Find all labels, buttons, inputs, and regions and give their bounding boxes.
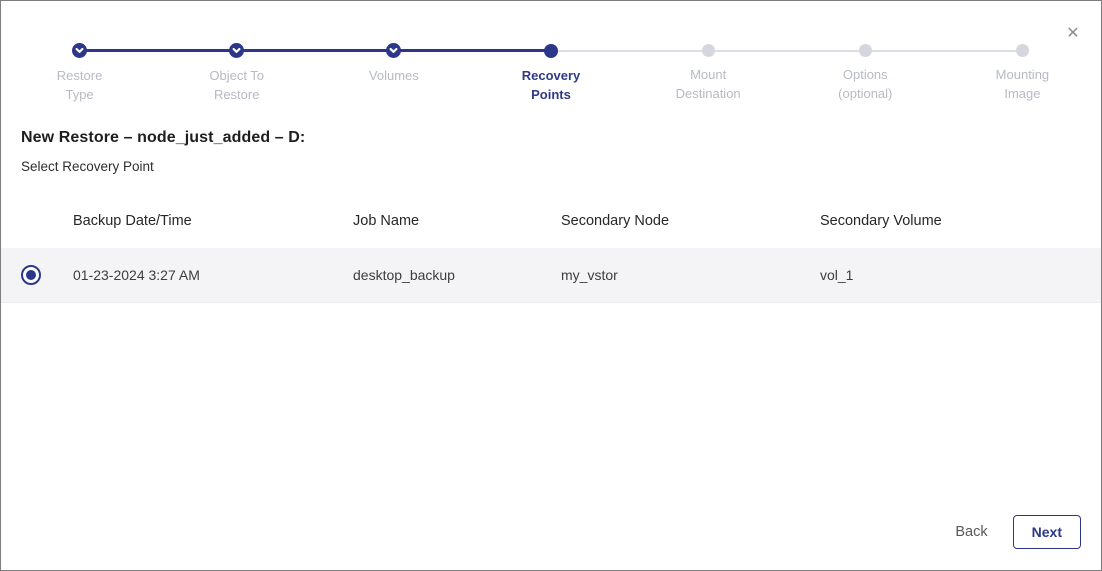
step-dot-icon	[1016, 44, 1029, 57]
wizard-stepper: RestoreTypeObject ToRestoreVolumesRecove…	[1, 43, 1101, 104]
step-label: RecoveryPoints	[522, 66, 581, 104]
next-button[interactable]: Next	[1013, 515, 1081, 549]
row-cell: my_vstor	[561, 267, 820, 283]
step-volumes[interactable]: Volumes	[315, 43, 472, 104]
row-cell: desktop_backup	[353, 267, 561, 283]
column-header: Job Name	[353, 213, 561, 229]
table-body: 01-23-2024 3:27 AMdesktop_backupmy_vstor…	[1, 248, 1101, 303]
step-label-line: Type	[57, 85, 103, 104]
table-header: Backup Date/TimeJob NameSecondary NodeSe…	[1, 210, 1101, 232]
column-header: Secondary Node	[561, 213, 820, 229]
step-check-icon	[386, 43, 401, 58]
step-label: MountDestination	[676, 65, 741, 103]
step-mount-destination[interactable]: MountDestination	[630, 43, 787, 104]
row-cell: vol_1	[820, 267, 1101, 283]
step-label: RestoreType	[57, 66, 103, 104]
column-header: Backup Date/Time	[73, 213, 353, 229]
step-label-line: Object To	[209, 66, 264, 85]
row-cell: 01-23-2024 3:27 AM	[73, 267, 353, 283]
page-title: New Restore – node_just_added – D:	[21, 129, 1101, 147]
step-dot-icon	[702, 44, 715, 57]
close-icon[interactable]: ✕	[1063, 24, 1083, 44]
step-check-icon	[72, 43, 87, 58]
step-label-line: Points	[522, 85, 581, 104]
step-dot-icon	[544, 44, 558, 58]
step-mounting-image[interactable]: MountingImage	[944, 43, 1101, 104]
step-options-optional[interactable]: Options(optional)	[787, 43, 944, 104]
step-label-line: Options	[838, 65, 892, 84]
column-header: Secondary Volume	[820, 213, 1101, 229]
step-recovery-points[interactable]: RecoveryPoints	[472, 43, 629, 104]
step-label-line: Destination	[676, 84, 741, 103]
table-row[interactable]: 01-23-2024 3:27 AMdesktop_backupmy_vstor…	[1, 248, 1101, 303]
step-label-line: Restore	[57, 66, 103, 85]
step-label-line: Image	[996, 84, 1049, 103]
step-check-icon	[229, 43, 244, 58]
step-label-line: (optional)	[838, 84, 892, 103]
step-label: Volumes	[369, 66, 419, 85]
recovery-points-table: Backup Date/TimeJob NameSecondary NodeSe…	[1, 210, 1101, 303]
step-object-to-restore[interactable]: Object ToRestore	[158, 43, 315, 104]
step-label: Options(optional)	[838, 65, 892, 103]
radio-cell	[1, 265, 73, 285]
step-dot-icon	[859, 44, 872, 57]
step-label-line: Mount	[676, 65, 741, 84]
step-label: MountingImage	[996, 65, 1049, 103]
step-restore-type[interactable]: RestoreType	[1, 43, 158, 104]
page-subtitle: Select Recovery Point	[21, 159, 1101, 174]
footer-actions: Back Next	[955, 515, 1081, 549]
step-label-line: Volumes	[369, 66, 419, 85]
step-label-line: Restore	[209, 85, 264, 104]
step-label-line: Mounting	[996, 65, 1049, 84]
step-label: Object ToRestore	[209, 66, 264, 104]
step-label-line: Recovery	[522, 66, 581, 85]
recovery-point-radio[interactable]	[21, 265, 41, 285]
stepper-steps: RestoreTypeObject ToRestoreVolumesRecove…	[1, 43, 1101, 104]
restore-wizard-dialog: ✕ RestoreTypeObject ToRestoreVolumesReco…	[0, 0, 1102, 571]
back-button[interactable]: Back	[955, 524, 987, 540]
radio-selected-dot	[26, 270, 36, 280]
